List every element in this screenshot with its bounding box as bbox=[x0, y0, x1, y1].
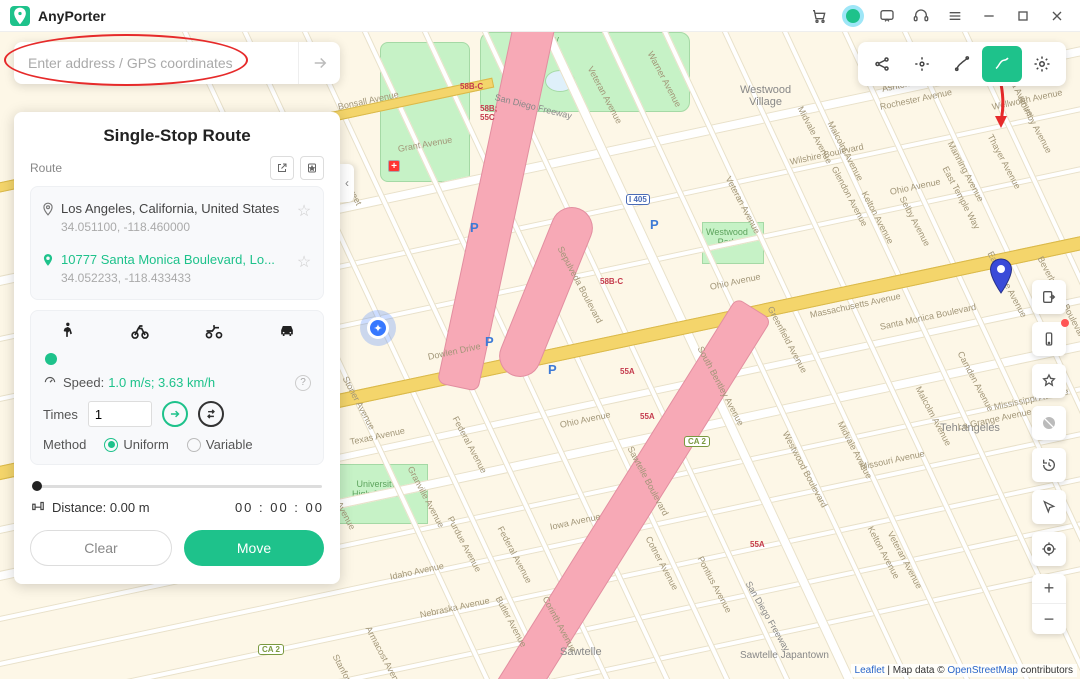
move-button[interactable]: Move bbox=[184, 530, 324, 566]
open-external-button[interactable] bbox=[270, 156, 294, 180]
devices-button[interactable] bbox=[1032, 322, 1066, 356]
transport-modes bbox=[43, 321, 311, 352]
search-bar bbox=[14, 42, 340, 84]
hospital-icon: + bbox=[388, 160, 400, 172]
clear-button[interactable]: Clear bbox=[30, 530, 172, 566]
favorites-button[interactable] bbox=[1032, 364, 1066, 398]
speed-value: 1.0 m/s; 3.63 km/h bbox=[108, 375, 215, 390]
favorite-stop-button[interactable]: ☆ bbox=[295, 201, 313, 221]
annotation-arrow bbox=[989, 82, 1013, 135]
distance-icon bbox=[30, 499, 46, 516]
method-label: Method bbox=[43, 437, 86, 452]
shield-ca2a: CA 2 bbox=[684, 436, 710, 447]
loop-reverse-button[interactable] bbox=[198, 401, 224, 427]
history-button[interactable] bbox=[1032, 448, 1066, 482]
distance-value: 0.00 m bbox=[110, 500, 150, 515]
loop-forward-button[interactable] bbox=[162, 401, 188, 427]
zoom-controls: + − bbox=[1032, 574, 1066, 634]
locate-button[interactable] bbox=[1032, 532, 1066, 566]
panel-collapse-button[interactable]: ‹ bbox=[340, 164, 354, 202]
zoom-in-button[interactable]: + bbox=[1032, 574, 1066, 604]
distance-label: Distance: bbox=[52, 500, 106, 515]
pin-filled-icon bbox=[41, 252, 61, 272]
stop-address: 10777 Santa Monica Boulevard, Lo... bbox=[61, 252, 295, 267]
mode-teleport[interactable] bbox=[862, 46, 902, 82]
speedometer-icon bbox=[43, 374, 57, 391]
mode-walk[interactable] bbox=[47, 321, 87, 346]
speed-help-button[interactable]: ? bbox=[295, 375, 311, 391]
mode-multistop[interactable] bbox=[942, 46, 982, 82]
route-stop-start[interactable]: Los Angeles, California, United States 3… bbox=[41, 195, 313, 240]
movement-settings-card: Speed: 1.0 m/s; 3.63 km/h ? Times Method… bbox=[30, 310, 324, 465]
time-value: 00 : 00 : 00 bbox=[235, 500, 324, 515]
mode-car[interactable] bbox=[267, 321, 307, 346]
menu-icon[interactable] bbox=[938, 1, 972, 31]
times-input[interactable] bbox=[88, 401, 152, 427]
panel-title: Single-Stop Route bbox=[30, 126, 324, 146]
minimize-button[interactable] bbox=[972, 1, 1006, 31]
app-logo bbox=[10, 6, 30, 26]
mode-motorbike[interactable] bbox=[194, 321, 234, 346]
support-icon[interactable] bbox=[904, 1, 938, 31]
map-attribution: Leaflet | Map data © OpenStreetMap contr… bbox=[851, 664, 1077, 677]
mode-singlestop[interactable] bbox=[982, 46, 1022, 82]
stop-address: Los Angeles, California, United States bbox=[61, 201, 295, 216]
zoom-out-button[interactable]: − bbox=[1032, 604, 1066, 634]
shield-i405: I 405 bbox=[626, 194, 650, 205]
mode-bike[interactable] bbox=[120, 321, 160, 346]
shield-ca2b: CA 2 bbox=[258, 644, 284, 655]
parking-icon: P bbox=[650, 217, 659, 232]
app-name: AnyPorter bbox=[38, 8, 106, 24]
transport-slider[interactable] bbox=[45, 354, 309, 364]
stop-coords: 34.051100, -118.460000 bbox=[61, 220, 295, 234]
maximize-button[interactable] bbox=[1006, 1, 1040, 31]
favorite-stop-button[interactable]: ☆ bbox=[295, 252, 313, 272]
pin-outline-icon bbox=[41, 201, 61, 221]
side-toolbar: + − bbox=[1032, 280, 1066, 634]
progress-slider[interactable] bbox=[32, 481, 322, 491]
speed-label: Speed: bbox=[63, 375, 104, 390]
route-stop-end[interactable]: 10777 Santa Monica Boulevard, Lo... 34.0… bbox=[41, 246, 313, 291]
route-stops-card: Los Angeles, California, United States 3… bbox=[30, 186, 324, 300]
stop-coords: 34.052233, -118.433433 bbox=[61, 271, 295, 285]
close-button[interactable] bbox=[1040, 1, 1074, 31]
method-variable-radio[interactable]: Variable bbox=[187, 437, 253, 452]
visibility-button[interactable] bbox=[1032, 406, 1066, 440]
map-label-westwood-village: Westwood Village bbox=[740, 84, 791, 108]
times-label: Times bbox=[43, 407, 78, 422]
search-go-button[interactable] bbox=[298, 42, 340, 84]
bookmark-route-button[interactable] bbox=[300, 156, 324, 180]
export-button[interactable] bbox=[1032, 280, 1066, 314]
feedback-icon[interactable] bbox=[870, 1, 904, 31]
titlebar: AnyPorter bbox=[0, 0, 1080, 32]
mode-toolbar bbox=[858, 42, 1066, 86]
method-uniform-radio[interactable]: Uniform bbox=[104, 437, 169, 452]
search-input[interactable] bbox=[14, 55, 298, 71]
mode-joystick[interactable] bbox=[902, 46, 942, 82]
cart-icon[interactable] bbox=[802, 1, 836, 31]
route-label: Route bbox=[30, 161, 264, 175]
user-avatar[interactable] bbox=[842, 5, 864, 27]
destination-pin bbox=[988, 258, 1014, 294]
cursor-button[interactable] bbox=[1032, 490, 1066, 524]
mode-settings[interactable] bbox=[1022, 46, 1062, 82]
route-panel: Single-Stop Route Route Los Angeles, Cal… bbox=[14, 112, 340, 584]
user-location-marker: ✦ bbox=[360, 310, 396, 346]
